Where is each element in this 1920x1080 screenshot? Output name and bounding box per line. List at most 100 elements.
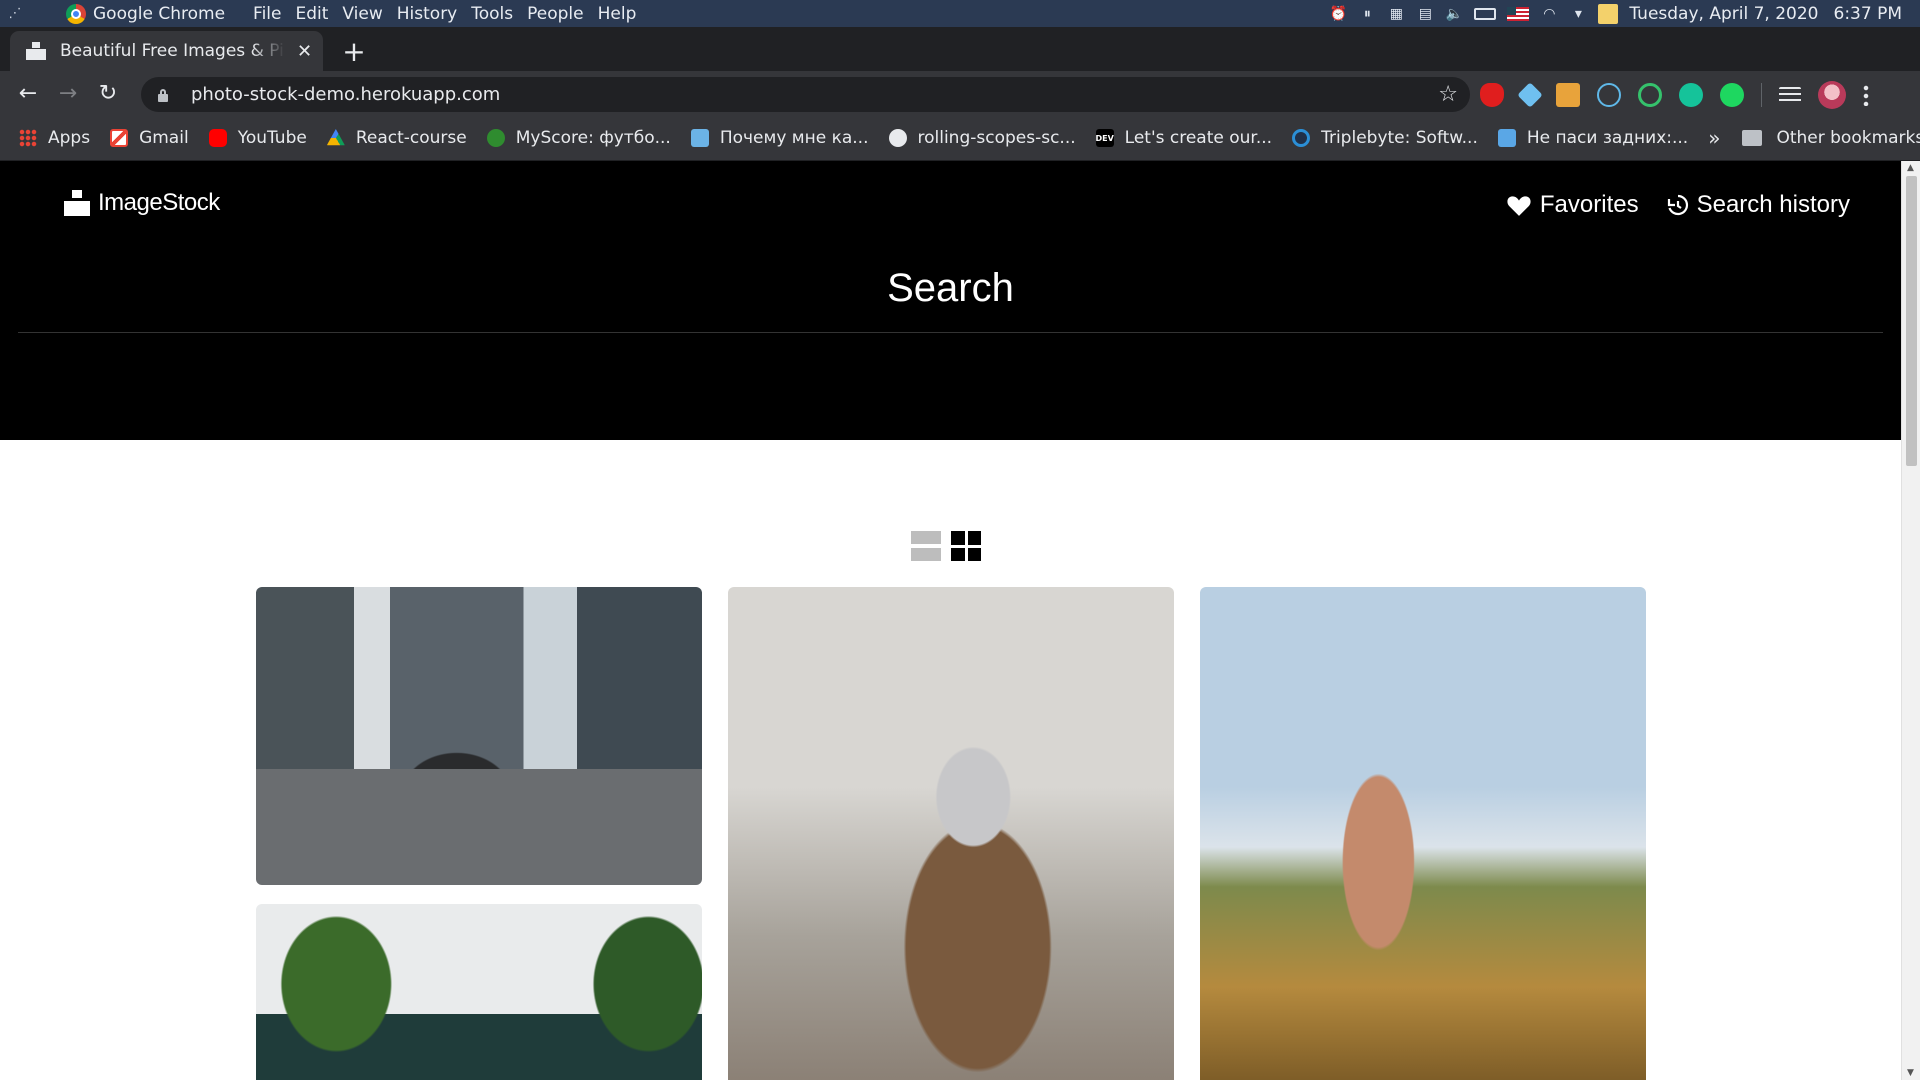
extensions-area	[1480, 77, 1869, 112]
bookmark-label: Let's create our...	[1124, 128, 1273, 148]
notes-icon[interactable]	[1598, 3, 1619, 24]
bookmark-label: React-course	[355, 128, 467, 148]
imagestock-favicon-icon	[26, 42, 46, 60]
bookmarks-overflow-button[interactable]: »	[1708, 126, 1720, 150]
imagestock-logo-icon	[64, 190, 90, 216]
adblock-extension-icon[interactable]	[1480, 82, 1504, 107]
myscore-icon	[486, 129, 505, 147]
pause-icon[interactable]: ⏸	[1358, 5, 1376, 23]
menu-help[interactable]: Help	[598, 4, 637, 24]
bookmark-react-course[interactable]: React-course	[326, 128, 467, 148]
bookmark-gmail[interactable]: Gmail	[110, 128, 189, 148]
photo-card[interactable]	[256, 904, 702, 1080]
address-bar[interactable]: photo-stock-demo.herokuapp.com ☆	[141, 77, 1470, 112]
apps-grid-icon	[19, 129, 37, 147]
search-history-link[interactable]: Search history	[1665, 191, 1850, 219]
other-bookmarks-label: Other bookmarks	[1776, 128, 1920, 148]
scroll-up-arrow-icon[interactable]: ▲	[1907, 163, 1914, 173]
scroll-thumb[interactable]	[1906, 176, 1917, 466]
diamond-extension-icon[interactable]	[1517, 81, 1543, 108]
profile-avatar[interactable]	[1818, 80, 1846, 109]
bookmark-label: Gmail	[139, 128, 189, 148]
bookmark-ne-pasi[interactable]: Не паси задних:...	[1497, 128, 1689, 148]
app-name[interactable]: Google Chrome	[93, 4, 225, 24]
gmail-icon	[110, 129, 129, 147]
other-bookmarks[interactable]: Other bookmarks	[1742, 128, 1920, 148]
photo-card[interactable]	[1200, 587, 1646, 1080]
browser-toolbar: ← → ↻ photo-stock-demo.herokuapp.com ☆	[0, 71, 1920, 116]
keyboard-layout-flag-icon[interactable]	[1507, 6, 1530, 21]
bookmark-apps[interactable]: Apps	[19, 128, 90, 148]
bookmark-rolling-scopes[interactable]: rolling-scopes-sc...	[888, 128, 1076, 148]
media-control-icon[interactable]	[1779, 86, 1801, 103]
bookmark-pochemu[interactable]: Почему мне ка...	[690, 128, 869, 148]
new-tab-button[interactable]: +	[338, 35, 370, 68]
bookmark-label: rolling-scopes-sc...	[917, 128, 1076, 148]
scroll-down-arrow-icon[interactable]: ▼	[1907, 1068, 1914, 1078]
photo-card[interactable]	[256, 587, 702, 885]
back-button[interactable]: ←	[8, 74, 48, 114]
grid-view-icon[interactable]	[951, 531, 981, 561]
youtube-icon	[208, 129, 227, 147]
box-extension-icon[interactable]	[1556, 82, 1580, 107]
os-clock[interactable]: 6:37 PM	[1834, 4, 1903, 24]
bookmark-label: Не паси задних:...	[1526, 128, 1689, 148]
grammarly-icon[interactable]	[1679, 82, 1703, 107]
site-logo[interactable]: ImageStock	[64, 189, 220, 217]
os-date[interactable]: Tuesday, April 7, 2020	[1629, 4, 1818, 24]
react-devtools-icon[interactable]	[1597, 82, 1621, 107]
page-content: ImageStock Favorites Search history Sear…	[0, 161, 1920, 1080]
heart-icon	[1507, 196, 1531, 216]
hero-header: ImageStock Favorites Search history Sear…	[0, 161, 1901, 440]
volume-icon[interactable]: 🔈	[1445, 5, 1463, 23]
search-input[interactable]	[18, 331, 1883, 333]
reload-button[interactable]: ↻	[88, 74, 128, 114]
lock-icon[interactable]	[157, 88, 169, 102]
bookmark-dev[interactable]: DEV Let's create our...	[1096, 128, 1273, 148]
bookmark-site-icon	[690, 129, 709, 147]
wifi-icon[interactable]: ◠	[1540, 5, 1558, 23]
bookmark-youtube[interactable]: YouTube	[208, 128, 307, 148]
bookmark-label: Triplebyte: Softw...	[1321, 128, 1478, 148]
logo-text: ImageStock	[98, 189, 220, 216]
url-text[interactable]: photo-stock-demo.herokuapp.com	[191, 84, 500, 105]
drive-icon	[326, 129, 345, 146]
bookmark-myscore[interactable]: MyScore: футбо...	[486, 128, 671, 148]
battery-icon[interactable]	[1474, 7, 1497, 20]
menu-history[interactable]: History	[397, 4, 457, 24]
close-tab-icon[interactable]: ✕	[297, 41, 312, 62]
calendar-icon[interactable]: ▦	[1387, 5, 1405, 23]
ring-extension-icon[interactable]	[1638, 82, 1662, 107]
favorites-link[interactable]: Favorites	[1506, 191, 1639, 219]
bookmark-star-icon[interactable]: ☆	[1438, 82, 1458, 107]
alarm-icon[interactable]: ⏰	[1329, 5, 1347, 23]
favorites-label: Favorites	[1539, 191, 1639, 218]
photo-card[interactable]	[728, 587, 1174, 1080]
menu-file[interactable]: File	[253, 4, 281, 24]
spotify-icon[interactable]	[1720, 82, 1744, 107]
search-title: Search	[887, 266, 1014, 310]
tab-strip: Beautiful Free Images & Pictures ✕ +	[0, 27, 1920, 71]
menu-people[interactable]: People	[527, 4, 583, 24]
os-launcher-icon[interactable]: ⋰	[2, 0, 28, 27]
chrome-menu-icon[interactable]	[1863, 83, 1869, 106]
site-nav: Favorites Search history	[1506, 191, 1850, 219]
github-icon	[888, 129, 907, 147]
bookmark-triplebyte[interactable]: Triplebyte: Softw...	[1292, 128, 1478, 148]
menu-tools[interactable]: Tools	[471, 4, 513, 24]
menu-edit[interactable]: Edit	[296, 4, 329, 24]
menu-view[interactable]: View	[342, 4, 382, 24]
bookmark-label: Почему мне ка...	[719, 128, 869, 148]
forward-button[interactable]: →	[48, 74, 88, 114]
bookmark-label: Apps	[48, 128, 91, 148]
list-view-icon[interactable]	[911, 531, 941, 561]
dev-icon: DEV	[1096, 129, 1114, 147]
bookmarks-bar: Apps Gmail YouTube React-course MyScore:…	[0, 116, 1920, 161]
bookmark-label: MyScore: футбо...	[515, 128, 671, 148]
chevron-down-icon[interactable]: ▾	[1569, 5, 1587, 23]
tab-active[interactable]: Beautiful Free Images & Pictures ✕	[10, 31, 323, 71]
tab-title: Beautiful Free Images & Pictures	[60, 41, 285, 61]
clipboard-icon[interactable]: ▤	[1416, 5, 1434, 23]
page-scrollbar[interactable]: ▲ ▼	[1901, 161, 1920, 1080]
view-toggle	[911, 531, 981, 561]
